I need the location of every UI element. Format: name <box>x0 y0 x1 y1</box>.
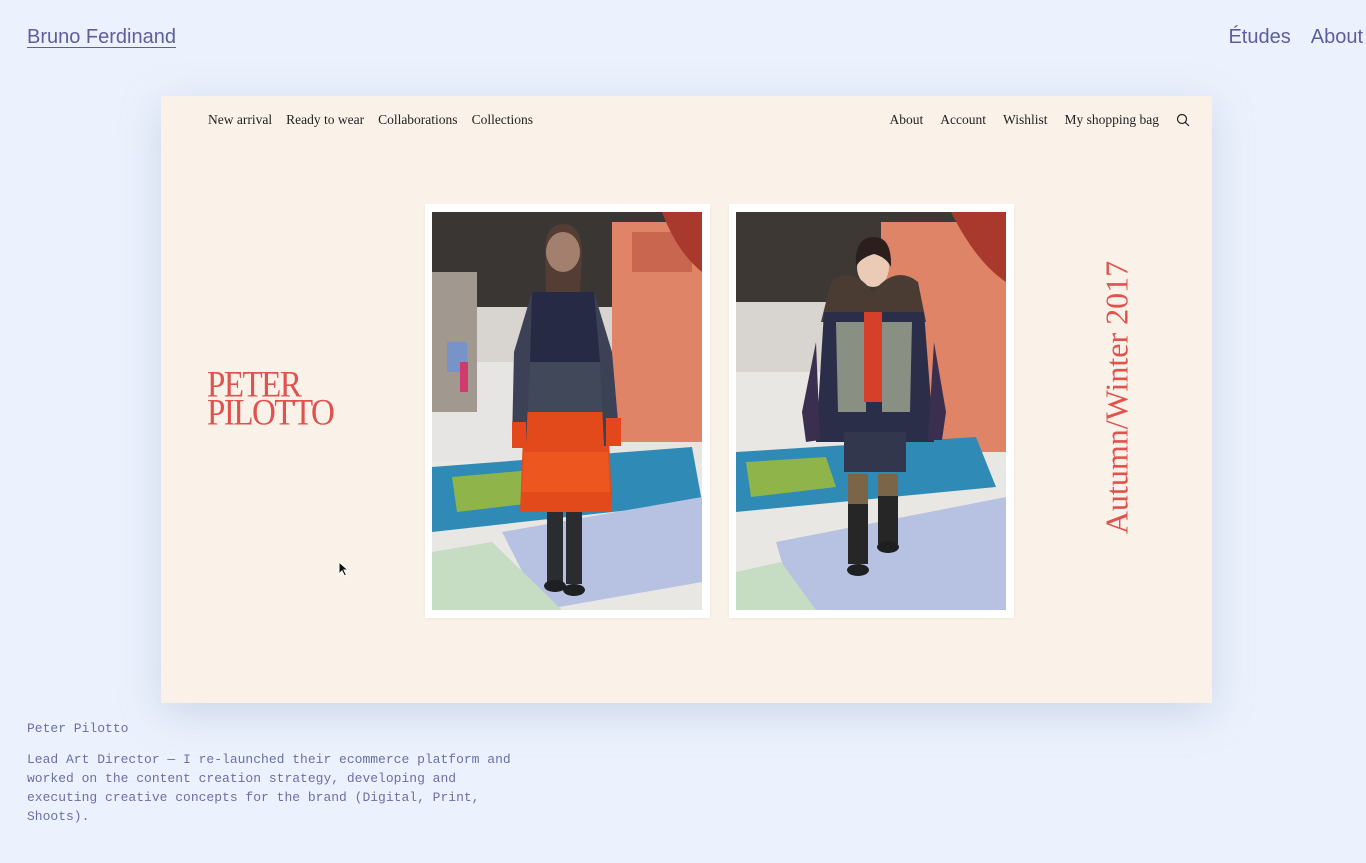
project-title: Peter Pilotto <box>27 721 129 736</box>
mouse-cursor-icon <box>338 561 350 577</box>
shop-nav-account[interactable]: Account <box>940 112 986 128</box>
nav-etudes-link[interactable]: Études <box>1228 26 1290 49</box>
shop-nav-left: New arrival Ready to wear Collaborations… <box>208 112 533 128</box>
project-description: Lead Art Director — I re-launched their … <box>27 752 511 824</box>
brand-logo: PETER PILOTTO <box>207 367 335 434</box>
shop-nav-wishlist[interactable]: Wishlist <box>1003 112 1047 128</box>
search-icon[interactable] <box>1176 113 1190 127</box>
runway-photo-2-image <box>736 212 1006 610</box>
season-text: Autumn/Winter 2017 <box>1098 260 1135 535</box>
runway-photo-2[interactable] <box>729 204 1014 618</box>
shop-nav-collaborations[interactable]: Collaborations <box>378 112 458 128</box>
shop-nav-new-arrival[interactable]: New arrival <box>208 112 272 128</box>
runway-photo-1[interactable] <box>425 204 710 618</box>
shop-nav-right: About Account Wishlist My shopping bag <box>890 112 1190 128</box>
site-title-link[interactable]: Bruno Ferdinand <box>27 26 176 49</box>
runway-photo-1-image <box>432 212 702 610</box>
shop-nav-about[interactable]: About <box>890 112 924 128</box>
nav-about-link[interactable]: About <box>1311 26 1363 49</box>
top-nav: Études About <box>1228 26 1363 49</box>
brand-logo-line-2: PILOTTO <box>207 393 335 434</box>
shop-nav-ready-to-wear[interactable]: Ready to wear <box>286 112 364 128</box>
shop-nav-collections[interactable]: Collections <box>472 112 534 128</box>
project-preview[interactable]: New arrival Ready to wear Collaborations… <box>161 96 1212 703</box>
shop-nav-shopping-bag[interactable]: My shopping bag <box>1065 112 1160 128</box>
